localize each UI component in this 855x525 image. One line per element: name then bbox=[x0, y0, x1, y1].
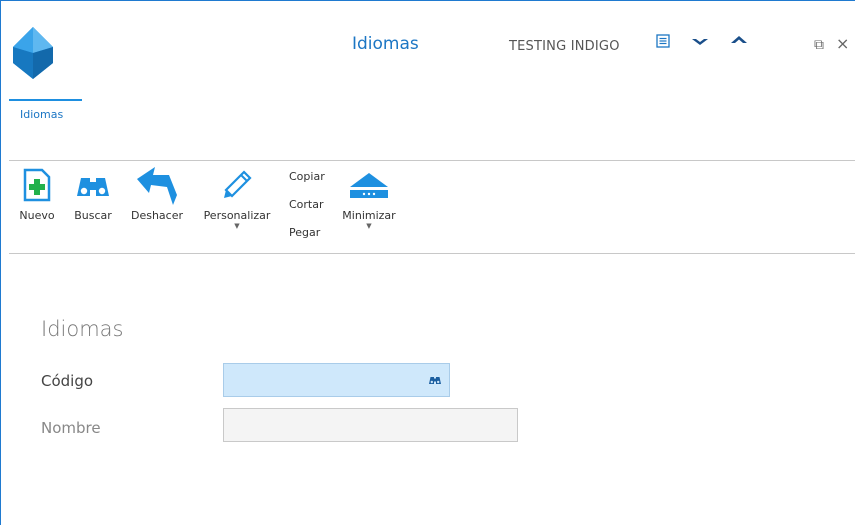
buscar-label: Buscar bbox=[74, 209, 112, 222]
cortar-button[interactable]: Cortar bbox=[289, 198, 324, 211]
chevron-down-icon[interactable] bbox=[691, 37, 709, 47]
binoculars-icon bbox=[77, 178, 109, 196]
company-name: TESTING INDIGO bbox=[509, 39, 620, 54]
nombre-input[interactable] bbox=[223, 408, 518, 442]
window-title: Idiomas bbox=[352, 34, 419, 54]
personalizar-button[interactable]: Personalizar ▼ bbox=[200, 165, 274, 230]
personalizar-dropdown-arrow: ▼ bbox=[234, 222, 240, 230]
nuevo-button[interactable]: Nuevo bbox=[15, 165, 59, 222]
minimize-ribbon-icon bbox=[350, 173, 388, 198]
app-window: Idiomas TESTING INDIGO ⧉ × Idiomas Nuevo bbox=[0, 0, 855, 525]
personalizar-label: Personalizar bbox=[203, 209, 271, 222]
ribbon-divider-bottom bbox=[9, 253, 855, 254]
tab-idiomas[interactable]: Idiomas bbox=[9, 99, 82, 121]
app-logo bbox=[13, 27, 53, 79]
list-icon[interactable] bbox=[656, 34, 670, 48]
nombre-label: Nombre bbox=[41, 419, 101, 437]
deshacer-label: Deshacer bbox=[130, 209, 184, 222]
close-button[interactable]: × bbox=[836, 34, 849, 53]
buscar-button[interactable]: Buscar bbox=[69, 165, 117, 222]
minimizar-button[interactable]: Minimizar ▼ bbox=[339, 165, 399, 230]
nuevo-label: Nuevo bbox=[19, 209, 55, 222]
pegar-button[interactable]: Pegar bbox=[289, 226, 320, 239]
minimizar-label: Minimizar bbox=[342, 209, 396, 222]
binoculars-search-icon[interactable] bbox=[428, 375, 442, 385]
chevron-up-icon[interactable] bbox=[730, 35, 748, 45]
codigo-label: Código bbox=[41, 372, 94, 390]
section-title: Idiomas bbox=[41, 317, 124, 341]
copiar-button[interactable]: Copiar bbox=[289, 170, 325, 183]
ribbon-divider-top bbox=[9, 160, 855, 161]
pencil-icon bbox=[224, 170, 252, 198]
undo-icon bbox=[137, 167, 177, 205]
new-document-icon bbox=[23, 168, 51, 202]
tab-idiomas-label: Idiomas bbox=[20, 108, 64, 121]
codigo-input[interactable] bbox=[223, 363, 450, 397]
minimizar-dropdown-arrow: ▼ bbox=[366, 222, 372, 230]
deshacer-button[interactable]: Deshacer bbox=[127, 165, 187, 222]
restore-button[interactable]: ⧉ bbox=[814, 37, 824, 53]
